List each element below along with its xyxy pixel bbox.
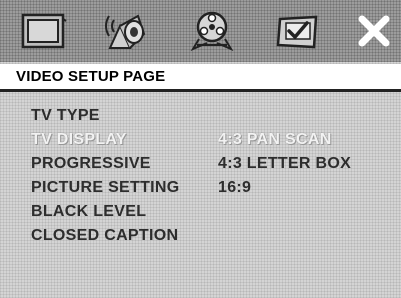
tv-screen-icon: [21, 13, 67, 49]
menu-item-closed-caption[interactable]: CLOSED CAPTION: [31, 224, 180, 248]
video-setup-screen: VIDEO SETUP PAGE TV TYPE TV DISPLAY PROG…: [0, 0, 401, 298]
film-reel-icon: [190, 11, 234, 52]
page-title: VIDEO SETUP PAGE: [0, 64, 401, 92]
tab-exit-setup[interactable]: [348, 6, 400, 56]
menu-item-tv-display[interactable]: TV DISPLAY: [31, 128, 180, 152]
option-letter-box[interactable]: 4:3 LETTER BOX: [218, 152, 351, 176]
tab-audio-setup[interactable]: [104, 6, 156, 56]
tv-display-options: 4:3 PAN SCAN 4:3 LETTER BOX 16:9: [218, 128, 351, 200]
menu-item-picture-setting[interactable]: PICTURE SETTING: [31, 176, 180, 200]
tab-preference-page[interactable]: [272, 6, 324, 56]
tab-video-setup[interactable]: [186, 6, 238, 56]
checkbox-icon: [276, 15, 318, 49]
setup-tab-bar: [0, 0, 401, 62]
setup-menu: TV TYPE TV DISPLAY PROGRESSIVE PICTURE S…: [31, 104, 180, 248]
option-wide-16-9[interactable]: 16:9: [218, 176, 351, 200]
option-pan-scan[interactable]: 4:3 PAN SCAN: [218, 128, 351, 152]
menu-item-tv-type[interactable]: TV TYPE: [31, 104, 180, 128]
page-title-text: VIDEO SETUP PAGE: [16, 68, 166, 85]
tab-general-setup[interactable]: [18, 6, 70, 56]
menu-item-progressive[interactable]: PROGRESSIVE: [31, 152, 180, 176]
speaker-icon: [105, 14, 146, 49]
close-icon: [358, 15, 390, 47]
menu-item-black-level[interactable]: BLACK LEVEL: [31, 200, 180, 224]
